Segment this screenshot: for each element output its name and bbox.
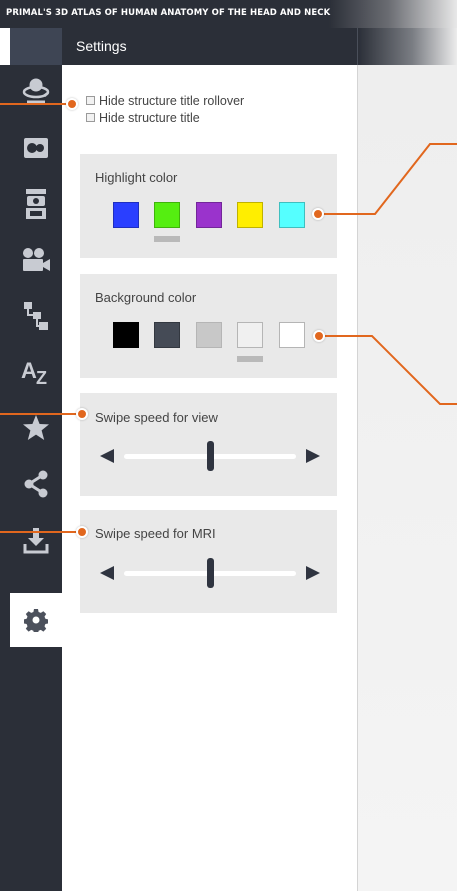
- swipe-mri-label: Swipe speed for MRI: [95, 526, 216, 541]
- share-icon: [24, 470, 48, 498]
- panel-header: Settings: [62, 28, 358, 65]
- background-swatch-gray[interactable]: [196, 322, 222, 348]
- decrease-arrow-icon[interactable]: [100, 566, 114, 580]
- swipe-mri-card: Swipe speed for MRI: [80, 510, 337, 613]
- tab-share[interactable]: [10, 457, 62, 511]
- highlight-swatch-cyan[interactable]: [279, 202, 305, 228]
- tab-movies[interactable]: [10, 233, 62, 287]
- sidebar-tabs: A Z: [10, 65, 62, 891]
- highlight-color-label: Highlight color: [95, 170, 178, 185]
- highlight-swatch-blue[interactable]: [113, 202, 139, 228]
- star-icon: [23, 415, 49, 440]
- increase-arrow-icon[interactable]: [306, 449, 320, 463]
- callout-dot: [76, 408, 88, 420]
- highlight-swatch-green[interactable]: [154, 202, 180, 228]
- edge-strip: [0, 28, 10, 65]
- tab-a-to-z[interactable]: A Z: [10, 345, 62, 399]
- download-icon: [23, 528, 49, 554]
- callout-dot: [76, 526, 88, 538]
- movie-camera-icon: [23, 248, 50, 271]
- highlight-swatch-purple[interactable]: [196, 202, 222, 228]
- gear-icon: [24, 609, 48, 632]
- swipe-mri-slider[interactable]: [100, 558, 320, 588]
- background-swatch-black[interactable]: [113, 322, 139, 348]
- highlight-swatch-yellow[interactable]: [237, 202, 263, 228]
- tab-layers[interactable]: [10, 177, 62, 231]
- hide-title-checkbox[interactable]: Hide structure title: [86, 109, 244, 126]
- callout-dot: [313, 330, 325, 342]
- tab-mri-views[interactable]: [10, 121, 62, 175]
- tab-download[interactable]: [10, 513, 62, 567]
- layers-stack-icon: [26, 189, 46, 219]
- checkbox-label: Hide structure title rollover: [99, 93, 245, 108]
- viewport-area: [358, 65, 457, 891]
- panel-title: Settings: [76, 38, 127, 54]
- tab-rotate-view[interactable]: [10, 65, 62, 119]
- slider-thumb[interactable]: [206, 558, 214, 588]
- background-color-card: Background color: [80, 274, 337, 378]
- swipe-view-slider[interactable]: [100, 441, 320, 471]
- swipe-view-label: Swipe speed for view: [95, 410, 218, 425]
- background-color-label: Background color: [95, 290, 197, 305]
- callout-dot: [312, 208, 324, 220]
- svg-text:A: A: [21, 358, 37, 383]
- tree-hierarchy-icon: [24, 302, 48, 330]
- swipe-view-card: Swipe speed for view: [80, 393, 337, 496]
- app-window: PRIMAL'S 3D ATLAS OF HUMAN ANATOMY OF TH…: [0, 0, 457, 891]
- a-z-index-icon: A Z: [21, 358, 47, 386]
- highlight-color-card: Highlight color: [80, 154, 337, 258]
- tab-settings[interactable]: [10, 593, 62, 647]
- background-swatch-slate[interactable]: [154, 322, 180, 348]
- checkbox-box[interactable]: [86, 113, 95, 122]
- mri-slides-icon: [24, 138, 48, 158]
- highlight-selected-indicator: [154, 236, 180, 242]
- rotate-3d-icon: [22, 78, 50, 104]
- background-swatch-white[interactable]: [279, 322, 305, 348]
- app-title: PRIMAL'S 3D ATLAS OF HUMAN ANATOMY OF TH…: [6, 8, 331, 18]
- background-selected-indicator: [237, 356, 263, 362]
- increase-arrow-icon[interactable]: [306, 566, 320, 580]
- header-fade: [358, 28, 457, 65]
- svg-text:Z: Z: [36, 368, 47, 386]
- slider-thumb[interactable]: [206, 441, 214, 471]
- background-swatch-light-gray[interactable]: [237, 322, 263, 348]
- hide-title-rollover-checkbox[interactable]: Hide structure title rollover: [86, 92, 244, 109]
- tab-hierarchy[interactable]: [10, 289, 62, 343]
- decrease-arrow-icon[interactable]: [100, 449, 114, 463]
- title-options: Hide structure title rollover Hide struc…: [86, 92, 244, 126]
- checkbox-label: Hide structure title: [99, 110, 200, 125]
- callout-dot: [66, 98, 78, 110]
- title-bar: PRIMAL'S 3D ATLAS OF HUMAN ANATOMY OF TH…: [0, 0, 457, 28]
- tab-favorites[interactable]: [10, 401, 62, 455]
- checkbox-box[interactable]: [86, 96, 95, 105]
